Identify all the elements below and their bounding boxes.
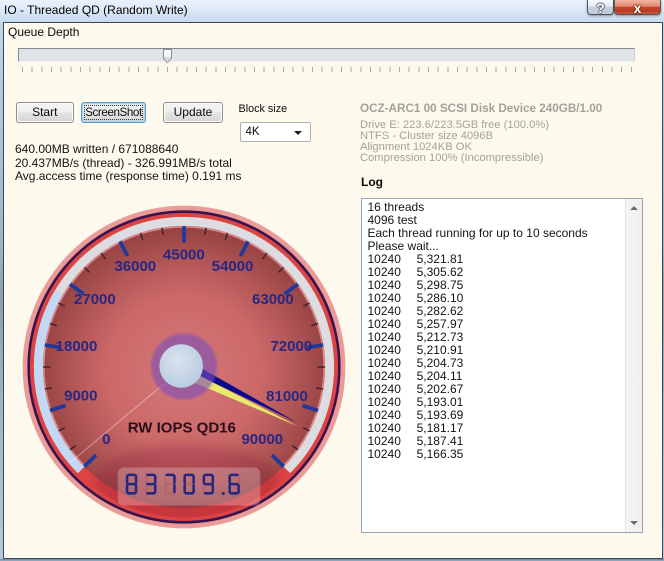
svg-text:RW IOPS QD16: RW IOPS QD16	[127, 419, 235, 436]
svg-text:90000: 90000	[241, 431, 283, 448]
svg-text:9000: 9000	[64, 387, 97, 404]
svg-text:72000: 72000	[270, 337, 312, 354]
svg-text:18000: 18000	[55, 337, 97, 354]
svg-text:81000: 81000	[266, 388, 308, 405]
svg-text:63000: 63000	[252, 291, 294, 308]
svg-text:36000: 36000	[114, 257, 156, 274]
svg-text:45000: 45000	[163, 246, 205, 263]
svg-text:0: 0	[102, 431, 110, 448]
svg-text:27000: 27000	[74, 291, 116, 308]
svg-text:54000: 54000	[211, 257, 253, 274]
